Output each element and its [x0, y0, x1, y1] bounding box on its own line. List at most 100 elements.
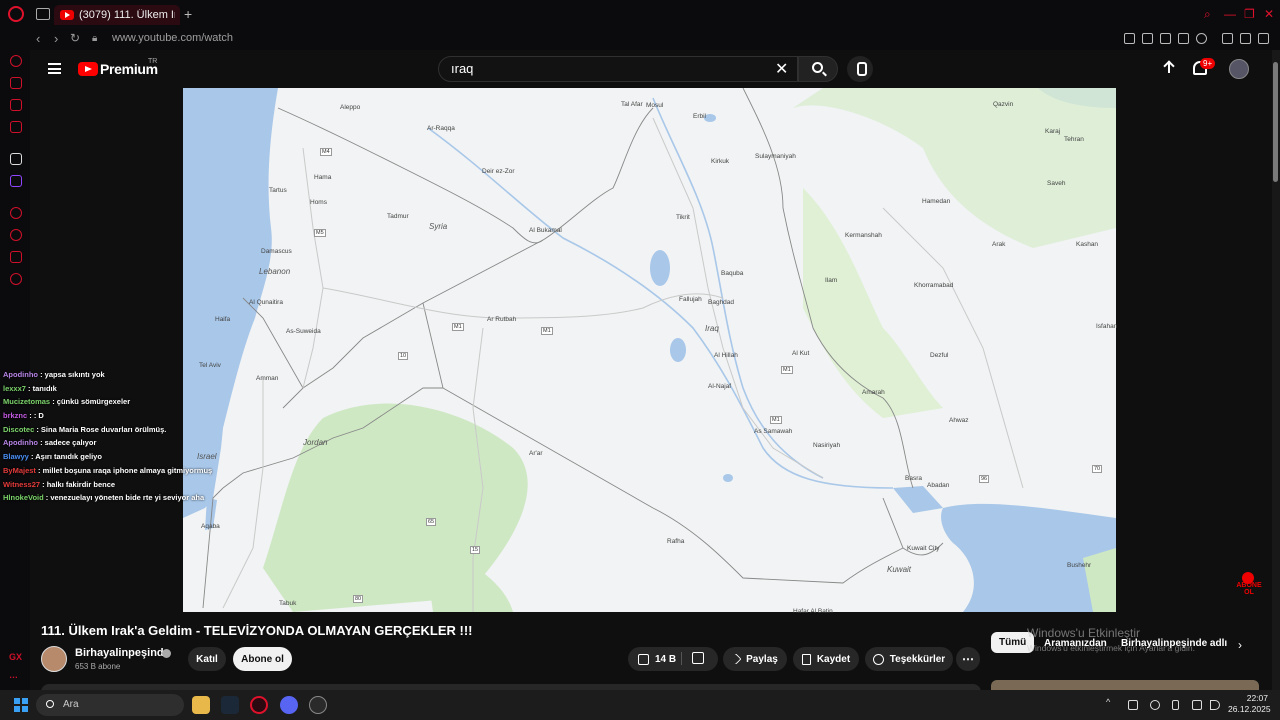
map-city-label: Amarah: [862, 389, 885, 396]
scrollbar-thumb[interactable]: [1273, 62, 1278, 182]
settings-icon[interactable]: [10, 273, 22, 285]
pin-icon[interactable]: [1124, 33, 1135, 44]
floating-subscribe-label: ABONE OL: [1236, 582, 1262, 596]
address-bar-row: ‹ › ↻ 🔒︎ www.youtube.com/watch: [0, 28, 1280, 50]
easy-setup-icon[interactable]: [1258, 33, 1269, 44]
save-button[interactable]: Kaydet: [793, 647, 859, 671]
active-tab[interactable]: (3079) 111. Ülkem Irak: [54, 5, 180, 25]
map-road-badge: M1: [452, 323, 464, 331]
discord-icon[interactable]: [280, 696, 298, 714]
thanks-button[interactable]: Teşekkürler: [865, 647, 953, 671]
heart-icon[interactable]: [1196, 33, 1207, 44]
like-icon[interactable]: [638, 653, 649, 665]
map-road-badge: M5: [314, 229, 326, 237]
search-box[interactable]: [438, 56, 798, 82]
url-field[interactable]: www.youtube.com/watch: [112, 32, 233, 44]
search-tabs-icon[interactable]: ⌕: [1204, 7, 1211, 22]
map-city-label: Damascus: [261, 248, 292, 255]
activation-watermark-title: Windows'u Etkinleştir: [1027, 626, 1140, 640]
youtube-logo-icon[interactable]: [78, 62, 98, 76]
share-button[interactable]: Paylaş: [723, 647, 787, 671]
map-country-label: Syria: [429, 222, 448, 231]
extensions-icon[interactable]: [10, 251, 22, 263]
search-button[interactable]: [798, 56, 838, 82]
maximize-icon[interactable]: ❐: [1244, 7, 1255, 21]
profile-icon[interactable]: [1222, 33, 1233, 44]
menu-icon[interactable]: [48, 63, 61, 74]
ai-icon[interactable]: [10, 153, 22, 165]
clear-search-icon[interactable]: ✕: [775, 59, 788, 79]
forward-icon[interactable]: ›: [54, 31, 58, 46]
steam-icon[interactable]: [221, 696, 239, 714]
more-actions-button[interactable]: ⋯: [956, 647, 980, 671]
speed-dial-icon[interactable]: [10, 55, 22, 67]
github-icon[interactable]: [309, 696, 327, 714]
tray-app-icon[interactable]: [1128, 700, 1138, 710]
twitch-gx-icon[interactable]: [10, 99, 22, 111]
twitch-icon[interactable]: [10, 175, 22, 187]
clock-date: 26.12.2025: [1228, 704, 1271, 714]
map-city-label: Al Bukamal: [529, 227, 562, 234]
tab-title: (3079) 111. Ülkem Irak: [79, 9, 175, 21]
taskbar-clock[interactable]: 22:07 26.12.2025: [1228, 693, 1271, 715]
page-scrollbar[interactable]: [1272, 50, 1280, 690]
floating-subscribe-button[interactable]: ABONE OL: [1235, 572, 1263, 598]
file-explorer-icon[interactable]: [192, 696, 210, 714]
map-city-label: Tabuk: [279, 600, 297, 607]
map-city-label: Qazvin: [993, 101, 1014, 108]
volume-icon[interactable]: [1210, 700, 1220, 710]
windows-start-icon[interactable]: [14, 698, 28, 712]
opera-gx-taskbar-icon[interactable]: [250, 696, 268, 714]
tray-cloud-icon[interactable]: [1150, 700, 1160, 710]
news-icon[interactable]: [10, 121, 22, 133]
snapshot-icon[interactable]: [1142, 33, 1153, 44]
adblock-icon[interactable]: [1160, 33, 1171, 44]
search-input[interactable]: [451, 61, 751, 76]
map-city-label: Tikrit: [676, 214, 690, 221]
new-tab-button[interactable]: +: [184, 6, 192, 22]
notifications-badge: 9+: [1200, 58, 1216, 69]
video-player[interactable]: [183, 88, 1116, 612]
map-road-badge: M1: [781, 366, 793, 374]
home-icon[interactable]: [10, 77, 22, 89]
close-window-icon[interactable]: ✕: [1264, 7, 1274, 21]
account-avatar[interactable]: [1229, 59, 1249, 79]
activation-watermark-subtitle: Windows'u etkinleştirmek için Ayarlar'a …: [1027, 643, 1195, 653]
display-icon[interactable]: [1192, 700, 1202, 710]
more-sidebar-icon[interactable]: …: [9, 670, 18, 680]
tab-menu-icon[interactable]: [36, 8, 50, 20]
chips-next-icon[interactable]: ›: [1238, 638, 1242, 652]
channel-avatar[interactable]: [41, 646, 67, 672]
upload-icon[interactable]: [1163, 61, 1175, 75]
download-icon[interactable]: [1240, 33, 1251, 44]
taskbar-search[interactable]: Ara: [36, 694, 184, 716]
reload-icon[interactable]: ↻: [70, 31, 80, 45]
minimize-icon[interactable]: —: [1224, 7, 1236, 21]
map-city-label: Tal Afar: [621, 101, 643, 108]
history-icon[interactable]: [10, 229, 22, 241]
gx-control-icon[interactable]: GX: [9, 652, 22, 662]
channel-name[interactable]: Birhayalinpeşinde: [75, 647, 170, 659]
map-city-label: Khorramabad: [914, 282, 954, 289]
join-button[interactable]: Katıl: [188, 647, 226, 671]
map-city-label: Al Kut: [792, 350, 810, 357]
player-icon[interactable]: [1178, 33, 1189, 44]
voice-search-button[interactable]: [847, 56, 873, 82]
player-side-icon[interactable]: [10, 207, 22, 219]
opera-logo-icon[interactable]: [8, 6, 24, 22]
chat-message: Blawyy : Aşırı tanıdık geliyo: [3, 450, 218, 464]
chat-text: : Aşırı tanıdık geliyo: [28, 452, 102, 462]
chat-username: lexxx7: [3, 383, 26, 393]
map-city-label: Aqaba: [201, 523, 220, 530]
like-count[interactable]: 14 B: [655, 654, 676, 665]
map-city-label: Hamedan: [922, 198, 951, 205]
tray-overflow-icon[interactable]: ^: [1106, 697, 1116, 707]
map-city-label: As Samawah: [754, 428, 793, 435]
microphone-icon[interactable]: [1172, 700, 1179, 710]
dislike-icon[interactable]: [692, 652, 704, 664]
map-city-label: Baghdad: [708, 299, 735, 306]
back-icon[interactable]: ‹: [36, 31, 40, 46]
chat-username: brkznc: [3, 411, 28, 421]
subscribe-button[interactable]: Abone ol: [233, 647, 292, 671]
chat-text: : çünkü sömürgexeler: [50, 397, 131, 407]
